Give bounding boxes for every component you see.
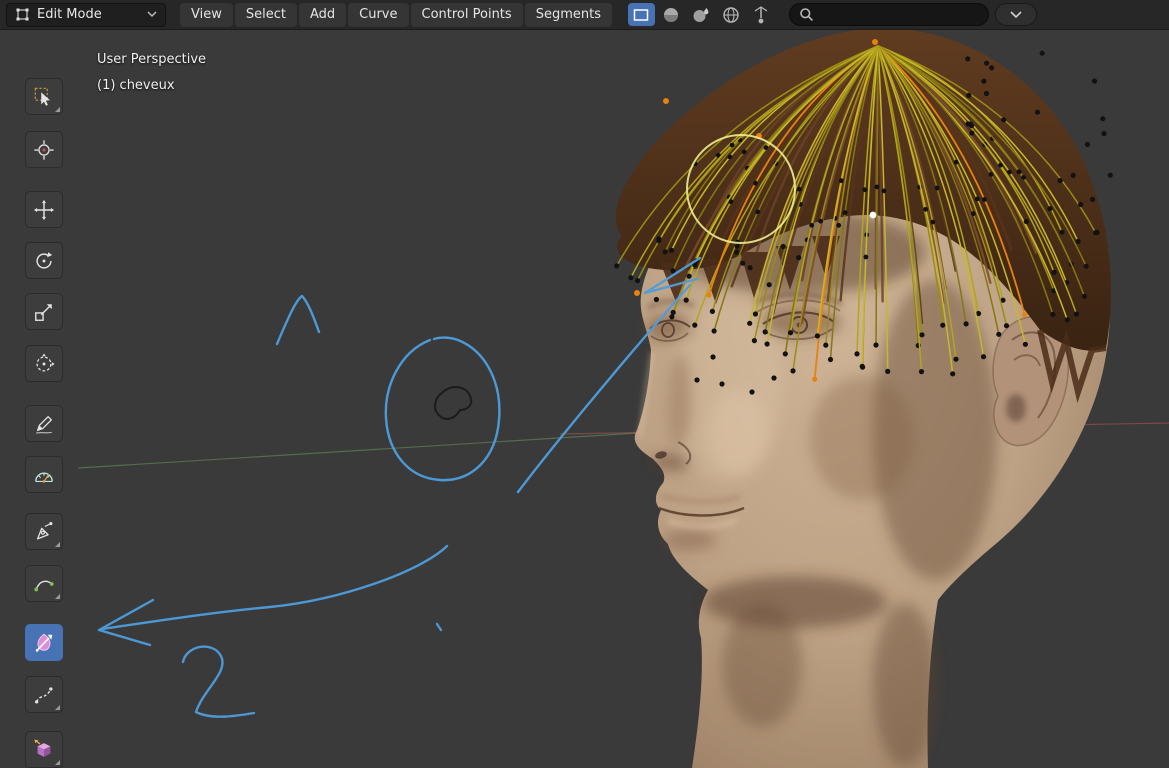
tool-measure[interactable]	[25, 456, 63, 493]
select-box-icon	[634, 8, 649, 21]
tool-cursor[interactable]	[25, 131, 63, 168]
sphere-drop-icon	[693, 7, 709, 22]
randomize-icon	[35, 686, 53, 704]
chevron-down-icon	[1010, 11, 1022, 19]
blender-window: User Perspective (1) cheveux Edit Mode V…	[0, 0, 1169, 768]
sphere-icon	[664, 7, 679, 22]
header-collapse-button[interactable]	[994, 3, 1037, 26]
header-icon-cluster	[627, 3, 775, 26]
measure-protractor-icon	[35, 472, 53, 483]
menu-segments[interactable]: Segments	[524, 2, 612, 27]
mode-label: Edit Mode	[37, 7, 102, 22]
header-bar: Edit Mode View Select Add Curve Control …	[0, 0, 1169, 30]
chevron-down-icon	[147, 11, 157, 18]
curve-draw-icon	[34, 580, 54, 591]
tool-rotate[interactable]	[25, 242, 63, 279]
menu-curve[interactable]: Curve	[348, 2, 409, 27]
select-mode-button[interactable]	[627, 3, 655, 26]
tool-extrude[interactable]	[25, 731, 63, 768]
menu-view[interactable]: View	[180, 2, 233, 27]
tool-curve-pen[interactable]	[25, 513, 63, 550]
gizmo-options-button[interactable]	[748, 3, 775, 26]
falloff-button[interactable]	[688, 3, 715, 26]
tool-randomize[interactable]	[25, 676, 63, 713]
menu-control-points[interactable]: Control Points	[410, 2, 523, 27]
header-menus: View Select Add Curve Control Points Seg…	[180, 2, 612, 27]
cursor-3d-icon	[34, 139, 54, 160]
header-search[interactable]	[788, 3, 989, 26]
rotate-icon	[36, 251, 53, 269]
tool-transform[interactable]	[25, 345, 63, 382]
move-icon	[33, 199, 55, 220]
radius-comb-icon	[35, 633, 53, 652]
white-control-point	[869, 211, 877, 219]
globe-icon	[723, 6, 740, 23]
proportional-edit-button[interactable]	[658, 3, 685, 26]
tool-tweak-select[interactable]	[25, 78, 63, 115]
curve-pen-icon	[36, 521, 53, 540]
scale-icon	[35, 303, 52, 321]
viewport-3d[interactable]	[0, 0, 1169, 768]
extrude-cube-icon	[34, 738, 51, 757]
annotate-pencil-icon	[36, 415, 52, 434]
tool-curve-draw[interactable]	[25, 565, 63, 602]
search-icon	[800, 8, 813, 21]
snap-button[interactable]	[718, 3, 745, 26]
header-search-input[interactable]	[819, 6, 979, 23]
edit-mode-icon	[16, 8, 29, 21]
gizmo-axis-icon	[755, 5, 768, 23]
tool-scale[interactable]	[25, 293, 63, 330]
tool-move[interactable]	[25, 191, 63, 228]
menu-select[interactable]: Select	[234, 2, 297, 27]
tool-radius-comb[interactable]	[25, 624, 63, 661]
tool-annotate[interactable]	[25, 405, 63, 442]
menu-add[interactable]: Add	[298, 2, 347, 27]
mode-selector[interactable]: Edit Mode	[6, 2, 166, 27]
transform-icon	[36, 352, 55, 372]
tweak-select-icon	[34, 87, 50, 106]
